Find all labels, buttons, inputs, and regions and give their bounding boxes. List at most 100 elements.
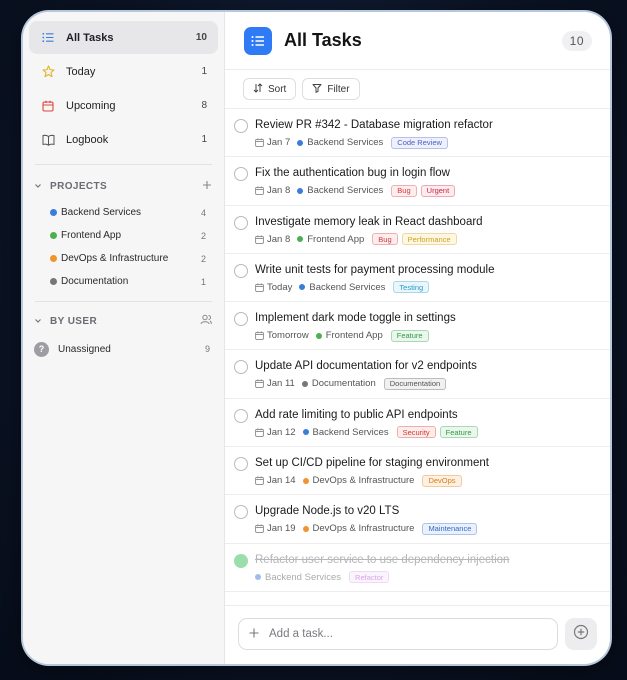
- sort-button[interactable]: Sort: [243, 78, 297, 100]
- task-project-name: DevOps & Infrastructure: [312, 475, 415, 487]
- task-body: Write unit tests for payment processing …: [255, 263, 600, 301]
- task-checkbox[interactable]: [234, 505, 248, 520]
- task-row[interactable]: Review PR #342 - Database migration refa…: [225, 109, 610, 158]
- task-meta: Jan 12 Backend Services Security Feature: [255, 426, 600, 439]
- add-project-icon[interactable]: [202, 180, 212, 193]
- projects-heading: PROJECTS: [50, 180, 108, 192]
- task-project: Backend Services: [302, 426, 389, 438]
- task-tag: Urgent: [420, 184, 456, 197]
- task-title: Add rate limiting to public API endpoint…: [255, 408, 458, 421]
- task-project: Frontend App: [315, 330, 383, 341]
- task-checkbox[interactable]: [234, 553, 248, 568]
- task-checkbox[interactable]: [234, 215, 248, 230]
- task-row[interactable]: Set up CI/CD pipeline for staging enviro…: [225, 447, 610, 496]
- task-row[interactable]: Investigate memory leak in React dashboa…: [225, 206, 610, 254]
- task-project-name: Backend Services: [312, 426, 389, 438]
- calendar-icon: [255, 138, 264, 147]
- sort-label: Sort: [268, 83, 287, 95]
- project-color-dot: [50, 232, 57, 239]
- task-date-text: Today: [267, 281, 293, 293]
- add-task-input[interactable]: Add a task...: [238, 618, 558, 650]
- users-heading: BY USER: [50, 315, 98, 327]
- task-body: Upgrade Node.js to v20 LTS Jan 19 DevOps &…: [255, 504, 600, 542]
- task-date-text: Jan 11: [267, 378, 295, 390]
- projects-section-header[interactable]: PROJECTS: [29, 173, 218, 199]
- filter-button[interactable]: Filter: [302, 78, 360, 100]
- task-project-name: Backend Services: [309, 281, 386, 293]
- sidebar-item-label: All Tasks: [66, 31, 114, 44]
- task-date-text: Jan 12: [267, 426, 296, 438]
- manage-users-icon[interactable]: [200, 314, 212, 328]
- calendar-icon: [255, 186, 264, 196]
- task-tag: Security: [396, 426, 436, 439]
- calendar-icon: [255, 283, 264, 292]
- sidebar-item-label: Today: [66, 65, 96, 78]
- project-item[interactable]: Backend Services 4: [29, 201, 218, 224]
- user-label: Unassigned: [58, 343, 111, 355]
- main-panel: All Tasks 10 Sort Filter Review PR #342 …: [225, 12, 610, 664]
- task-meta: Backend Services Refactor: [255, 571, 600, 584]
- calendar-icon: [255, 234, 264, 244]
- task-body: Update API documentation for v2 endpoint…: [255, 359, 600, 397]
- project-item[interactable]: Frontend App 2: [29, 224, 218, 247]
- task-project-name: DevOps & Infrastructure: [312, 523, 415, 535]
- task-checkbox[interactable]: [234, 408, 248, 423]
- task-project: DevOps & Infrastructure: [302, 475, 415, 487]
- task-tag: Testing: [393, 281, 430, 294]
- add-task-placeholder: Add a task...: [269, 628, 333, 640]
- user-item[interactable]: ? Unassigned 9: [29, 338, 218, 360]
- project-color-dot: [299, 284, 306, 291]
- sidebar-item-all-tasks[interactable]: All Tasks 10: [29, 21, 218, 54]
- submit-task-button[interactable]: [565, 618, 597, 650]
- task-body: Implement dark mode toggle in settings To…: [255, 311, 600, 349]
- project-item[interactable]: Documentation 1: [29, 270, 218, 293]
- task-date-text: Jan 8: [267, 233, 291, 245]
- task-checkbox[interactable]: [234, 263, 248, 278]
- project-color-dot: [297, 187, 304, 194]
- task-checkbox[interactable]: [234, 167, 248, 182]
- task-checkbox[interactable]: [234, 119, 248, 133]
- task-checkbox[interactable]: [234, 360, 248, 375]
- task-project-name: Backend Services: [265, 571, 342, 583]
- task-row[interactable]: Implement dark mode toggle in settings To…: [225, 302, 610, 351]
- task-tag: Refactor: [349, 571, 390, 584]
- users-section-header[interactable]: BY USER: [29, 308, 218, 334]
- sidebar-item-upcoming[interactable]: Upcoming 8: [29, 89, 218, 122]
- task-due-date: Jan 19: [255, 523, 296, 534]
- sidebar-item-today[interactable]: Today 1: [29, 55, 218, 88]
- task-title: Write unit tests for payment processing …: [255, 263, 495, 276]
- calendar-icon: [255, 379, 264, 389]
- task-title: Set up CI/CD pipeline for staging enviro…: [255, 457, 489, 470]
- chevron-down-icon: [34, 317, 44, 325]
- task-count-badge: 10: [561, 30, 592, 51]
- footer-divider: [225, 605, 610, 606]
- task-project: DevOps & Infrastructure: [302, 523, 415, 535]
- calendar-icon: [255, 428, 264, 437]
- task-due-date: Jan 8: [255, 185, 290, 196]
- task-row[interactable]: Fix the authentication bug in login flow…: [225, 157, 610, 206]
- task-project: Frontend App: [297, 234, 364, 245]
- sort-icon: [253, 82, 263, 96]
- project-color-dot: [302, 525, 309, 532]
- task-meta: Jan 7 Backend Services Code Review: [255, 136, 600, 149]
- project-item[interactable]: DevOps & Infrastructure 2: [29, 247, 218, 270]
- project-color-dot: [301, 380, 308, 387]
- list-icon: [244, 26, 272, 55]
- project-color-dot: [50, 255, 57, 262]
- task-tag: Bug: [372, 233, 398, 246]
- task-checkbox[interactable]: [234, 457, 248, 472]
- task-row[interactable]: Update API documentation for v2 endpoint…: [225, 350, 610, 399]
- task-date-text: Jan 8: [267, 185, 291, 197]
- sidebar-item-logbook[interactable]: Logbook 1: [29, 123, 218, 156]
- task-row[interactable]: Write unit tests for payment processing …: [225, 254, 610, 303]
- task-body: Refactor user service to use dependency …: [255, 553, 600, 591]
- task-meta: Today Backend Services Testing: [255, 281, 600, 294]
- task-tag: DevOps: [422, 474, 462, 487]
- task-row[interactable]: Upgrade Node.js to v20 LTS Jan 19 DevOps &…: [225, 495, 610, 544]
- task-checkbox[interactable]: [234, 312, 248, 327]
- user-count: 9: [204, 344, 210, 354]
- task-row[interactable]: Refactor user service to use dependency …: [225, 544, 610, 592]
- app-window: All Tasks 10 Today 1 Upcoming 8 Logbook 1 PROJE…: [23, 12, 610, 664]
- task-title: Review PR #342 - Database migration refa…: [255, 119, 493, 131]
- task-row[interactable]: Add rate limiting to public API endpoint…: [225, 399, 610, 448]
